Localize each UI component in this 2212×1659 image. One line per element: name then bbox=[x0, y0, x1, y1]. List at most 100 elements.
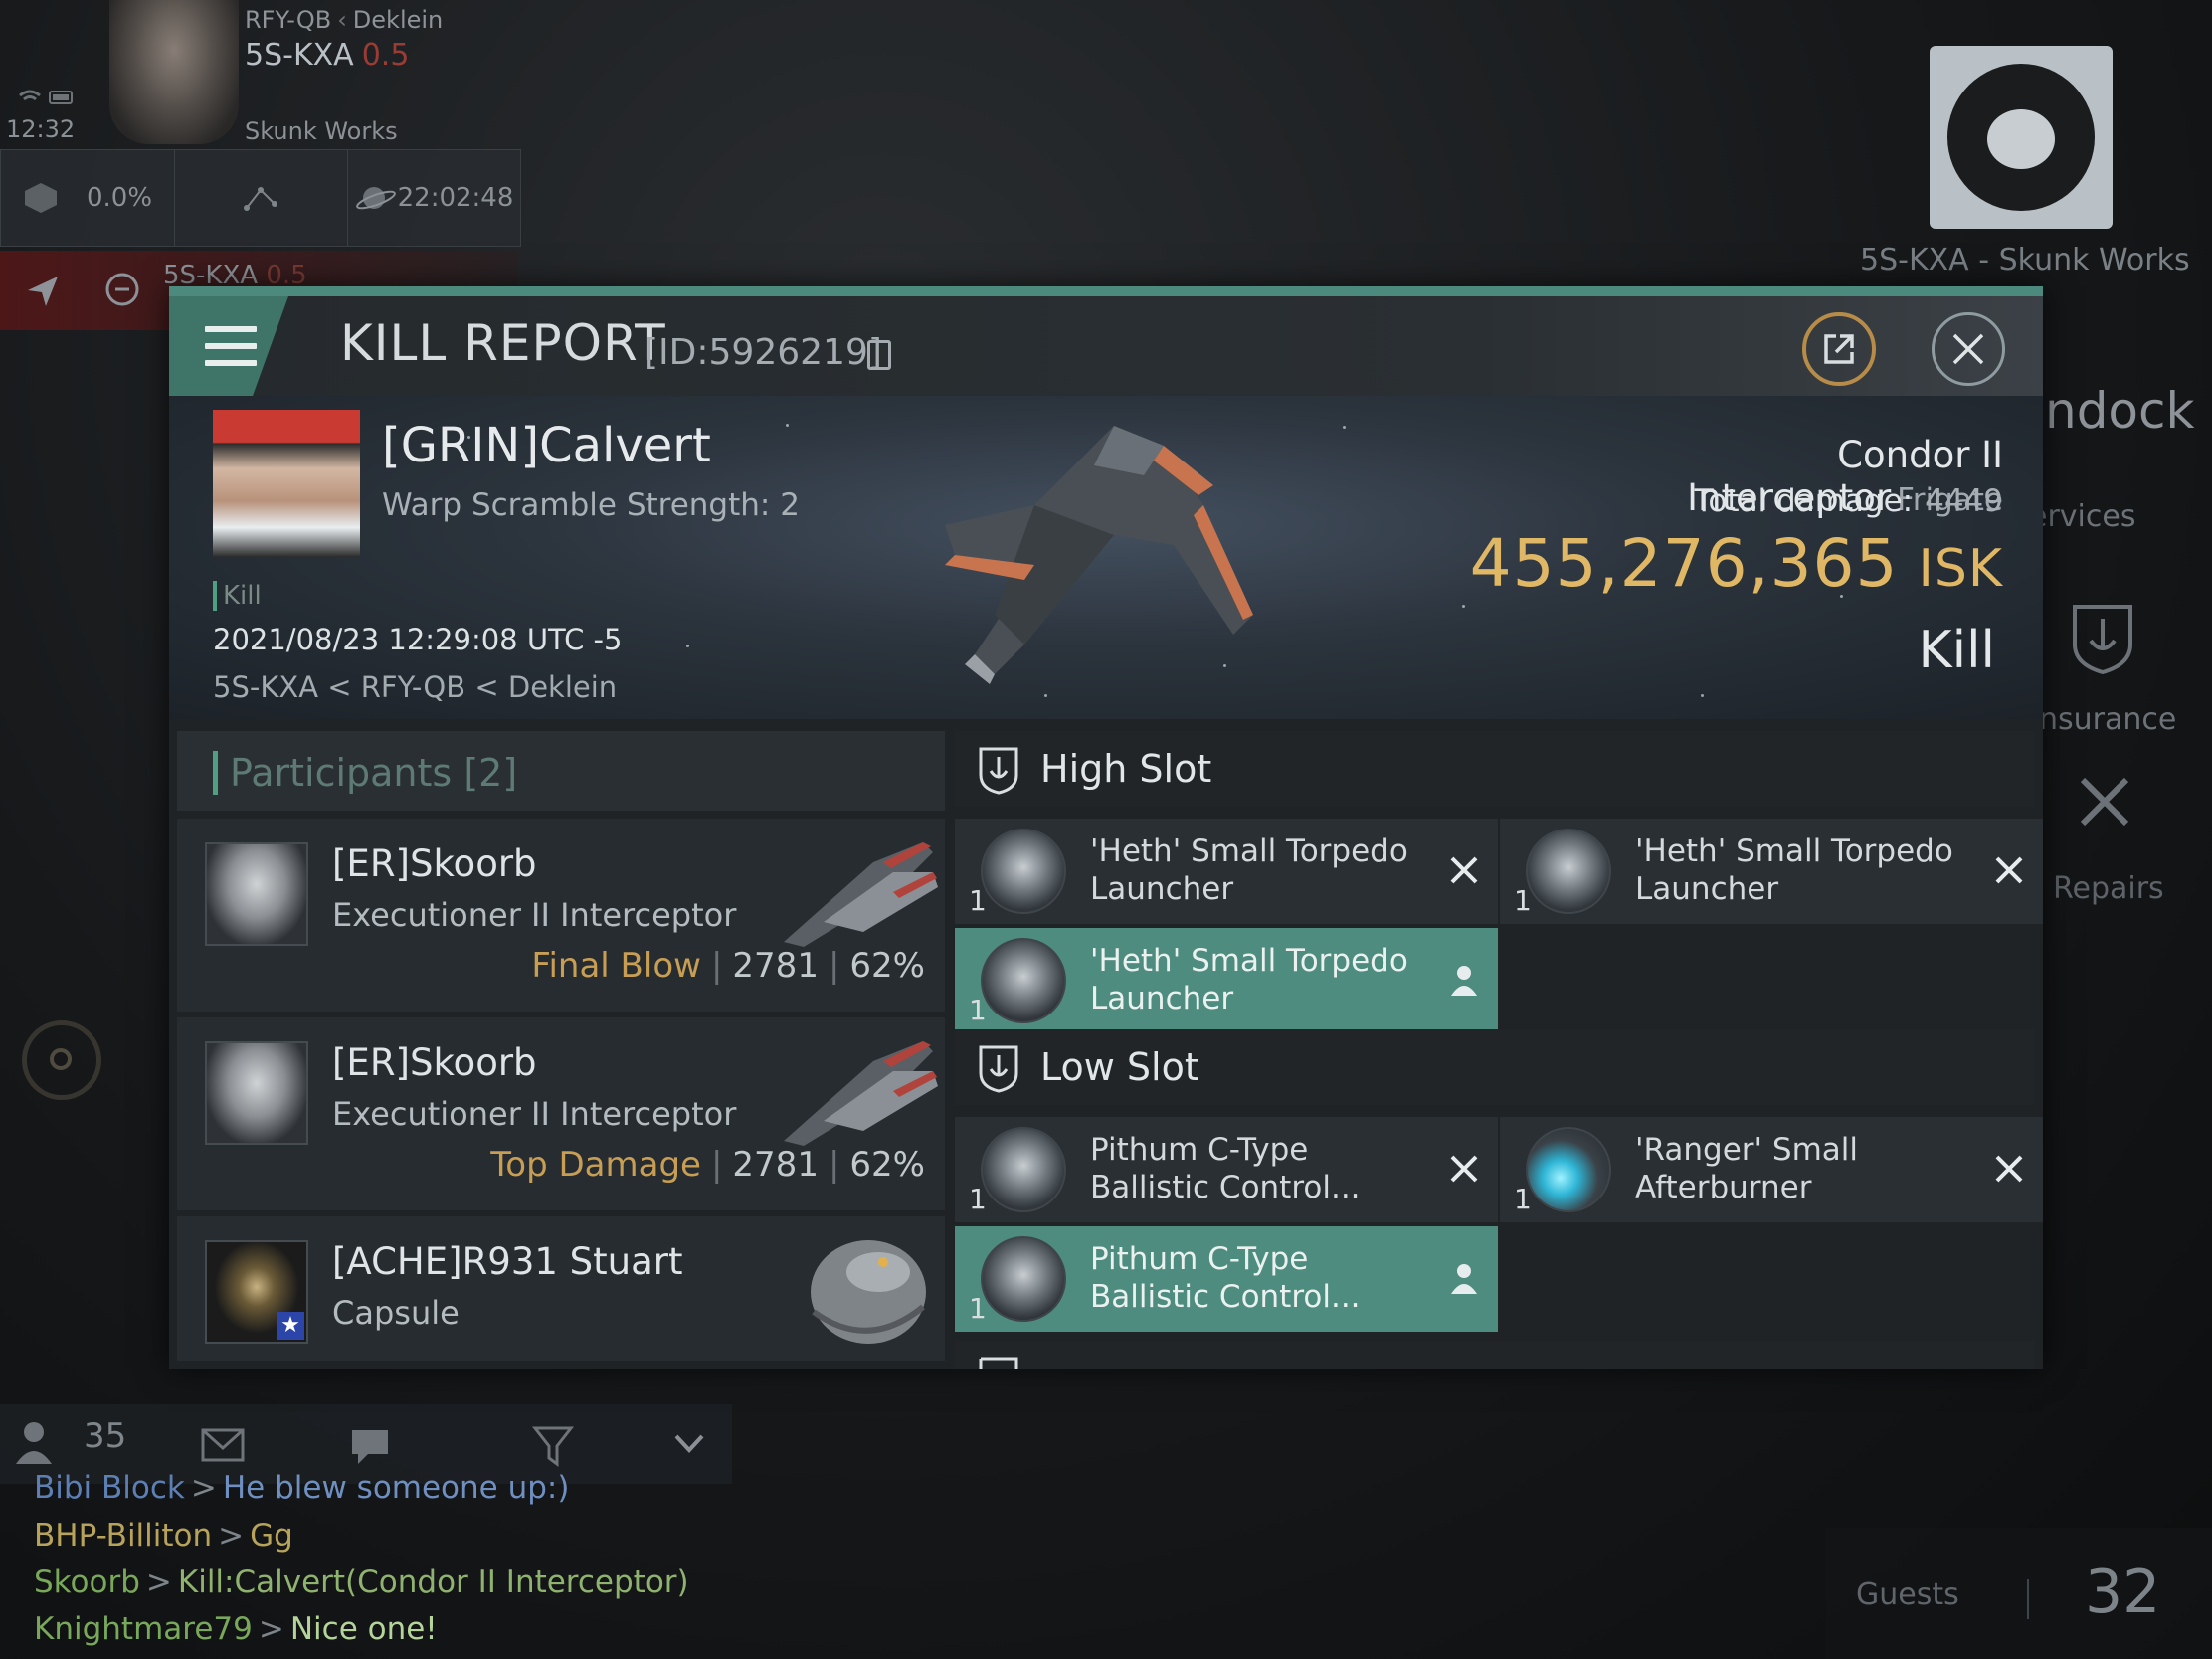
current-system[interactable]: 5S-KXA 0.5 bbox=[245, 38, 409, 73]
hamburger-icon bbox=[205, 326, 257, 366]
torpedo-launcher-icon bbox=[1526, 829, 1611, 914]
window-header[interactable]: KILL REPORT [ID:5926219] bbox=[169, 296, 2043, 396]
participant-ship: Capsule bbox=[332, 1294, 460, 1332]
total-damage-value: 4449 bbox=[1925, 483, 2003, 519]
dock-icon[interactable] bbox=[103, 271, 141, 308]
participant-ship-image[interactable] bbox=[774, 832, 943, 952]
menu-button[interactable] bbox=[169, 296, 288, 396]
pilot-portrait[interactable] bbox=[109, 0, 239, 144]
window-title: KILL REPORT bbox=[340, 314, 666, 372]
fitted-item[interactable]: 1 Pithum C-Type Ballistic Control... bbox=[955, 1117, 1498, 1222]
participant-name[interactable]: [ER]Skoorb bbox=[332, 842, 537, 885]
insurance-icon[interactable] bbox=[2069, 601, 2136, 674]
chat-text: He blew someone up:) bbox=[222, 1470, 570, 1506]
fleet-button[interactable] bbox=[174, 150, 348, 246]
chat-text[interactable]: Kill:Calvert(Condor II Interceptor) bbox=[178, 1565, 689, 1600]
participant-row[interactable]: ★ [ACHE]R931 Stuart Capsule bbox=[177, 1216, 945, 1361]
kill-result: Kill bbox=[1918, 621, 1995, 680]
participant-row[interactable]: [ER]Skoorb Executioner II Interceptor Fi… bbox=[177, 819, 945, 1012]
members-icon[interactable] bbox=[14, 1418, 54, 1466]
participants-header: Participants [2] bbox=[177, 731, 945, 811]
kill-report-window: KILL REPORT [ID:5926219] [GRIN]Calvert W… bbox=[169, 286, 2043, 1369]
insurance-label[interactable]: nsurance bbox=[2039, 702, 2176, 737]
timer-text: 22:02:48 bbox=[397, 183, 514, 213]
isk-value: 455,276,365 ISK bbox=[1412, 525, 2003, 602]
high-slot-icon bbox=[979, 747, 1018, 795]
victim-portrait[interactable] bbox=[213, 410, 360, 557]
mail-icon[interactable] bbox=[201, 1428, 245, 1462]
chat-message[interactable]: Knightmare79 > Nice one! bbox=[34, 1611, 438, 1647]
item-name: Pithum C-Type Ballistic Control... bbox=[1090, 1132, 1361, 1205]
star-icon: ★ bbox=[276, 1312, 304, 1340]
chevron-down-icon[interactable] bbox=[672, 1432, 706, 1456]
undock-button[interactable]: ndock bbox=[2045, 382, 2194, 440]
mid-slot-icon bbox=[979, 1357, 1018, 1369]
services-label: ervices bbox=[2029, 499, 2136, 534]
planet-icon bbox=[355, 187, 396, 210]
station-name: 5S-KXA - Skunk Works bbox=[1860, 243, 2190, 277]
final-blow-label: Final Blow bbox=[531, 946, 701, 986]
afterburner-icon bbox=[1526, 1127, 1611, 1212]
fitted-item[interactable]: 1 'Heth' Small Torpedo Launcher bbox=[955, 819, 1498, 924]
item-quantity: 1 bbox=[969, 1183, 987, 1215]
chat-sender[interactable]: Knightmare79 bbox=[34, 1611, 253, 1647]
participant-ship-image[interactable] bbox=[774, 1031, 943, 1151]
chat-message[interactable]: BHP-Billiton > Gg bbox=[34, 1518, 293, 1554]
torpedo-launcher-icon bbox=[981, 938, 1066, 1023]
participant-row[interactable]: [ER]Skoorb Executioner II Interceptor To… bbox=[177, 1017, 945, 1210]
item-quantity: 1 bbox=[1514, 884, 1532, 917]
item-quantity: 1 bbox=[1514, 1183, 1532, 1215]
target-icon[interactable] bbox=[22, 1020, 101, 1100]
participant-stats: Final Blow | 2781 | 62% bbox=[531, 946, 925, 986]
repairs-label[interactable]: Repairs bbox=[2053, 871, 2164, 906]
planet-timer[interactable]: 22:02:48 bbox=[347, 150, 520, 246]
victim-ship-image[interactable] bbox=[915, 416, 1283, 694]
chat-message[interactable]: Skoorb > Kill:Calvert(Condor II Intercepto… bbox=[34, 1565, 689, 1600]
capsule-image[interactable] bbox=[774, 1232, 943, 1352]
cargo-percent: 0.0% bbox=[86, 183, 153, 213]
stat-divider: | bbox=[828, 946, 840, 986]
participant-name[interactable]: [ER]Skoorb bbox=[332, 1041, 537, 1084]
item-name: 'Heth' Small Torpedo Launcher bbox=[1090, 833, 1408, 907]
window-accent-bar bbox=[169, 286, 2043, 296]
destroyed-icon bbox=[1446, 852, 1482, 888]
member-count: 35 bbox=[84, 1416, 127, 1456]
participant-portrait[interactable]: ★ bbox=[205, 1240, 308, 1344]
participant-portrait[interactable] bbox=[205, 842, 308, 946]
copy-icon[interactable] bbox=[867, 340, 891, 370]
chat-message[interactable]: Bibi Block > He blew someone up:) bbox=[34, 1470, 569, 1506]
share-button[interactable] bbox=[1802, 312, 1876, 386]
close-button[interactable] bbox=[1932, 312, 2005, 386]
victim-banner: [GRIN]Calvert Warp Scramble Strength: 2 … bbox=[169, 396, 2043, 719]
high-slot-header: High Slot bbox=[955, 731, 2035, 807]
stat-divider: | bbox=[828, 1145, 840, 1185]
station-corp: Skunk Works bbox=[245, 117, 398, 145]
cargo-button[interactable]: 0.0% bbox=[1, 150, 175, 246]
corp-logo bbox=[1930, 46, 2113, 229]
repair-icon[interactable] bbox=[2075, 772, 2134, 831]
chat-sender[interactable]: BHP-Billiton bbox=[34, 1518, 212, 1554]
system-name: 5S-KXA bbox=[245, 38, 354, 73]
top-damage-label: Top Damage bbox=[490, 1145, 701, 1185]
chat-sender[interactable]: Skoorb bbox=[34, 1565, 140, 1600]
item-name: 'Ranger' Small Afterburner bbox=[1635, 1132, 1858, 1205]
kill-location[interactable]: 5S-KXA < RFY-QB < Deklein bbox=[213, 670, 617, 704]
participant-ship: Executioner II Interceptor bbox=[332, 1095, 737, 1133]
fitted-item[interactable]: 1 'Heth' Small Torpedo Launcher bbox=[1500, 819, 2043, 924]
participant-portrait[interactable] bbox=[205, 1041, 308, 1145]
victim-name[interactable]: [GRIN]Calvert bbox=[382, 418, 711, 473]
participant-damage: 2781 bbox=[732, 946, 819, 986]
autopilot-icon[interactable] bbox=[24, 273, 64, 308]
item-name: 'Heth' Small Torpedo Launcher bbox=[1635, 833, 1953, 907]
cargo-icon bbox=[24, 183, 57, 213]
fitted-item[interactable]: 1 Pithum C-Type Ballistic Control... bbox=[955, 1226, 1498, 1332]
participant-name[interactable]: [ACHE]R931 Stuart bbox=[332, 1240, 683, 1283]
participant-percent: 62% bbox=[849, 1145, 925, 1185]
fitted-item[interactable]: 1 'Heth' Small Torpedo Launcher bbox=[955, 928, 1498, 1033]
filter-icon[interactable] bbox=[531, 1424, 575, 1468]
dropped-icon bbox=[1446, 962, 1482, 998]
chat-text: Gg bbox=[250, 1518, 293, 1554]
chat-sender[interactable]: Bibi Block bbox=[34, 1470, 185, 1506]
fitted-item[interactable]: 1 'Ranger' Small Afterburner bbox=[1500, 1117, 2043, 1222]
chat-icon[interactable] bbox=[348, 1426, 392, 1466]
